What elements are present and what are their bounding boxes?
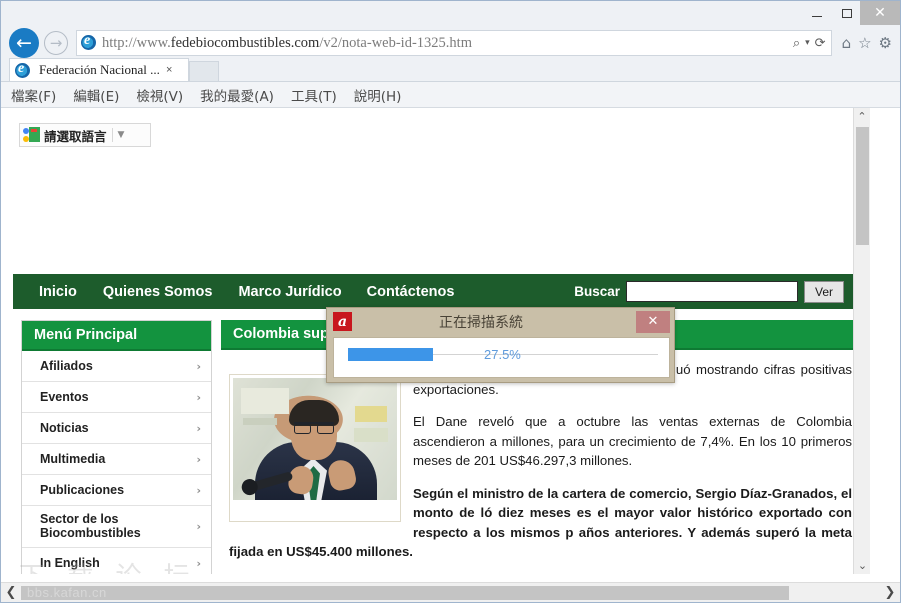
vertical-scroll-thumb[interactable] bbox=[856, 127, 869, 245]
menu-view[interactable]: 檢視(V) bbox=[136, 85, 183, 105]
sidebar-item-noticias[interactable]: Noticias › bbox=[22, 413, 211, 444]
site-search-area: Buscar Ver bbox=[574, 280, 844, 303]
maximize-button[interactable] bbox=[832, 2, 862, 24]
sidebar-item-afiliados[interactable]: Afiliados › bbox=[22, 351, 211, 382]
progress-bar-fill bbox=[348, 348, 434, 361]
sidebar-item-label: Sector de los Biocombustibles bbox=[40, 512, 141, 540]
back-button[interactable]: ← bbox=[9, 28, 39, 58]
scroll-right-arrow-icon[interactable]: ❯ bbox=[880, 583, 900, 603]
maximize-icon bbox=[842, 8, 852, 18]
new-tab-button[interactable] bbox=[189, 61, 219, 81]
url-path: /v2/nota-web-id-1325.htm bbox=[319, 34, 472, 51]
article-photo-caption bbox=[233, 500, 397, 518]
url-scheme: http://www. bbox=[102, 34, 171, 51]
close-window-button[interactable]: ✕ bbox=[860, 1, 900, 25]
nav-link-quienes-somos[interactable]: Quienes Somos bbox=[103, 284, 213, 300]
site-navigation-bar: Inicio Quienes Somos Marco Jurídico Cont… bbox=[13, 274, 860, 309]
progress-percent-label: 27.5% bbox=[484, 347, 521, 362]
scroll-down-arrow-icon[interactable]: ⌄ bbox=[854, 557, 870, 574]
google-translate-icon bbox=[23, 126, 40, 144]
sidebar-title: Menú Principal bbox=[22, 321, 211, 351]
scan-progress-dialog: a 正在掃描系統 ✕ 27.5% bbox=[326, 307, 675, 383]
chevron-right-icon: › bbox=[196, 556, 201, 570]
search-submit-button[interactable]: Ver bbox=[804, 280, 844, 303]
address-input[interactable]: http://www.fedebiocombustibles.com/v2/no… bbox=[76, 30, 832, 56]
sidebar-item-label: Noticias bbox=[40, 421, 89, 435]
gear-icon[interactable]: ⚙ bbox=[879, 34, 892, 52]
window-titlebar: ✕ bbox=[1, 1, 900, 29]
menu-file[interactable]: 檔案(F) bbox=[11, 85, 56, 105]
tab-close-icon[interactable]: × bbox=[164, 64, 174, 76]
scroll-up-arrow-icon[interactable]: ⌃ bbox=[854, 108, 870, 125]
menu-help[interactable]: 說明(H) bbox=[354, 85, 402, 105]
menu-tools[interactable]: 工具(T) bbox=[291, 85, 337, 105]
page-horizontal-scrollbar[interactable]: ❮ ❯ bbs.kafan.cn bbox=[1, 582, 900, 602]
sidebar-item-sector-biocombustibles[interactable]: Sector de los Biocombustibles › bbox=[22, 506, 211, 548]
ie-menu-bar: 檔案(F) 編輯(E) 檢視(V) 我的最愛(A) 工具(T) 說明(H) bbox=[1, 82, 900, 108]
chevron-right-icon: › bbox=[196, 390, 201, 404]
sidebar-item-multimedia[interactable]: Multimedia › bbox=[22, 444, 211, 475]
scroll-left-arrow-icon[interactable]: ❮ bbox=[1, 583, 21, 603]
horizontal-scroll-thumb[interactable] bbox=[21, 586, 789, 600]
google-translate-widget[interactable]: 請選取語言 ▼ bbox=[19, 123, 151, 147]
scan-dialog-titlebar: a 正在掃描系統 ✕ bbox=[327, 308, 674, 335]
nav-link-contactenos[interactable]: Contáctenos bbox=[367, 284, 455, 300]
sidebar-item-in-english[interactable]: In English › bbox=[22, 548, 211, 574]
article-body: ero y octubre, Colombia siguió hacie con… bbox=[221, 350, 866, 574]
chevron-right-icon: › bbox=[196, 519, 201, 533]
chevron-down-icon[interactable]: ▾ bbox=[805, 38, 810, 48]
url-domain: fedebiocombustibles.com bbox=[170, 34, 320, 51]
favorites-star-icon[interactable]: ☆ bbox=[858, 34, 871, 52]
address-text: http://www.fedebiocombustibles.com/v2/no… bbox=[102, 35, 793, 52]
tab-favicon-icon bbox=[15, 61, 30, 78]
search-label: Buscar bbox=[574, 284, 620, 299]
sidebar-item-label: In English bbox=[40, 556, 100, 570]
browser-window: ✕ ← → http://www.fedebiocombustibles.com… bbox=[0, 0, 901, 603]
back-arrow-icon: ← bbox=[16, 31, 32, 54]
search-input[interactable] bbox=[626, 281, 798, 302]
minimize-button[interactable] bbox=[802, 2, 832, 24]
nav-link-marco-juridico[interactable]: Marco Jurídico bbox=[238, 284, 341, 300]
tab-federacion-nacional[interactable]: Federación Nacional ... × bbox=[9, 58, 189, 81]
article-photo bbox=[233, 378, 397, 500]
chevron-right-icon: › bbox=[196, 452, 201, 466]
refresh-icon[interactable]: ⟳ bbox=[815, 36, 826, 51]
minimize-icon bbox=[812, 16, 822, 17]
divider bbox=[111, 128, 113, 142]
main-menu-sidebar: Menú Principal Afiliados › Eventos › Not… bbox=[21, 320, 212, 574]
address-bar-row: ← → http://www.fedebiocombustibles.com/v… bbox=[1, 27, 900, 59]
chevron-right-icon: › bbox=[196, 421, 201, 435]
home-icon[interactable]: ⌂ bbox=[842, 34, 852, 52]
tab-title: Federación Nacional ... bbox=[39, 62, 160, 77]
scan-dialog-close-button[interactable]: ✕ bbox=[636, 310, 670, 333]
scan-dialog-body: 27.5% bbox=[333, 337, 670, 378]
translate-select-label: 請選取語言 bbox=[44, 128, 107, 144]
nav-link-inicio[interactable]: Inicio bbox=[39, 284, 77, 300]
ie-favicon-icon bbox=[81, 33, 97, 51]
sidebar-item-label: Publicaciones bbox=[40, 483, 125, 497]
sidebar-item-label: Eventos bbox=[40, 390, 89, 404]
menu-favorites[interactable]: 我的最愛(A) bbox=[200, 85, 274, 105]
chevron-right-icon: › bbox=[196, 483, 201, 497]
page-vertical-scrollbar[interactable]: ⌃ ⌄ bbox=[853, 108, 870, 574]
chevron-down-icon[interactable]: ▼ bbox=[118, 130, 125, 140]
scan-dialog-title: 正在掃描系統 bbox=[439, 314, 523, 331]
tab-strip: Federación Nacional ... × bbox=[1, 58, 900, 82]
menu-edit[interactable]: 編輯(E) bbox=[73, 85, 119, 105]
sidebar-item-eventos[interactable]: Eventos › bbox=[22, 382, 211, 413]
address-bar-icons: ⌂ ☆ ⚙ bbox=[836, 34, 900, 52]
address-tools: ⌕ ▾ ⟳ bbox=[793, 36, 829, 51]
chevron-right-icon: › bbox=[196, 359, 201, 373]
sidebar-item-label: Afiliados bbox=[40, 359, 93, 373]
forward-button[interactable]: → bbox=[44, 31, 68, 55]
close-icon: ✕ bbox=[874, 5, 886, 21]
forward-arrow-icon: → bbox=[49, 33, 63, 52]
sidebar-item-label: Multimedia bbox=[40, 452, 106, 466]
sidebar-item-publicaciones[interactable]: Publicaciones › bbox=[22, 475, 211, 506]
search-icon[interactable]: ⌕ bbox=[793, 36, 800, 51]
article-photo-frame bbox=[229, 374, 401, 522]
